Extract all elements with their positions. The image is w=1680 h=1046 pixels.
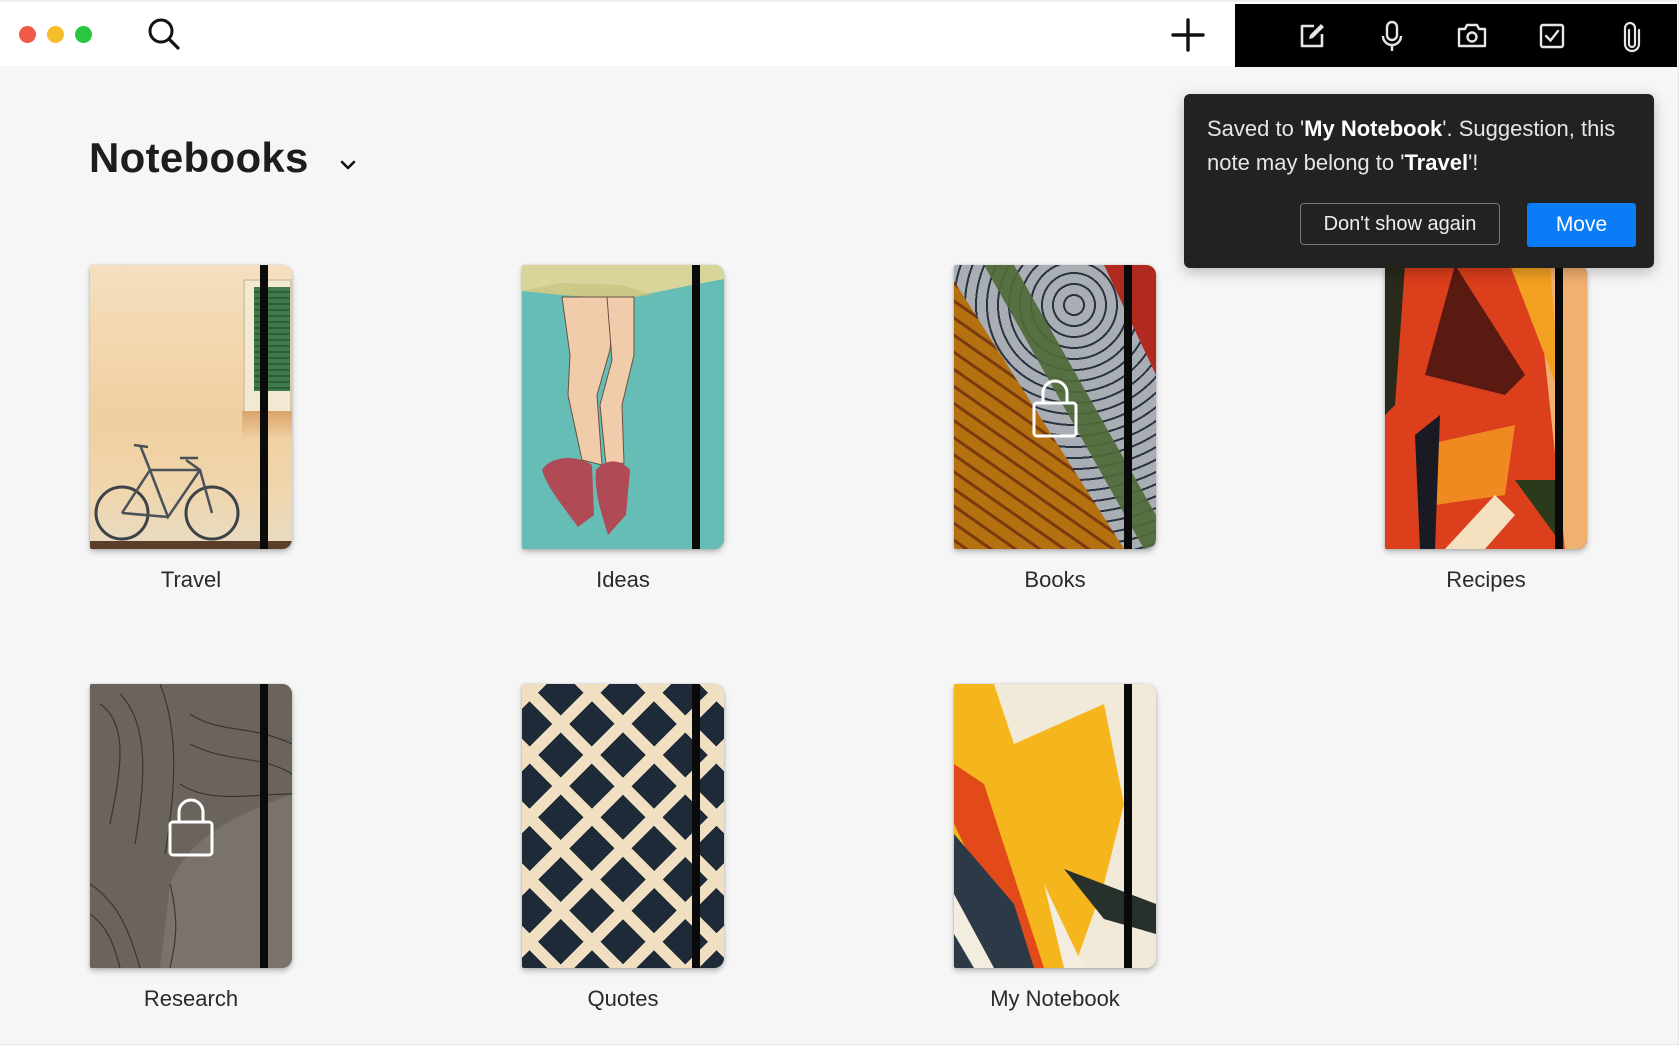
elastic-band [260, 265, 268, 549]
zoom-window-button[interactable] [75, 26, 92, 43]
titlebar [0, 0, 1678, 67]
notebook-name: Research [143, 986, 239, 1011]
dont-show-again-button[interactable]: Don't show again [1300, 203, 1500, 245]
microphone-icon [1381, 20, 1403, 51]
notebook-name: Books [1024, 567, 1086, 592]
notebook-name: Recipes [1446, 567, 1526, 592]
lock-icon [1032, 379, 1078, 438]
page-title: Notebooks [89, 134, 309, 181]
notebook-recipes[interactable]: Recipes [1385, 265, 1587, 592]
notebook-cover [522, 265, 724, 549]
attachment-button[interactable] [1612, 16, 1652, 56]
add-button[interactable] [1168, 15, 1208, 55]
notebook-cover [954, 265, 1156, 549]
chevron-down-icon [340, 160, 356, 170]
saved-notebook-name: My Notebook [1304, 116, 1443, 141]
new-note-button[interactable] [1292, 16, 1332, 56]
search-button[interactable] [144, 14, 184, 54]
notebook-books[interactable]: Books [954, 265, 1156, 592]
camera-icon [1457, 23, 1487, 48]
notebook-name: Travel [160, 567, 222, 592]
app-window: Notebooks Travel Ideas Books Recipes Res… [0, 0, 1679, 1045]
message-text: '! [1468, 150, 1479, 175]
notebook-research[interactable]: Research [90, 684, 292, 1011]
voice-note-button[interactable] [1372, 16, 1412, 56]
notebook-name: Quotes [587, 986, 659, 1011]
notebook-cover [90, 265, 292, 549]
close-window-button[interactable] [19, 26, 36, 43]
elastic-band [260, 684, 268, 968]
notebook-cover [954, 684, 1156, 968]
notebook-quotes[interactable]: Quotes [522, 684, 724, 1011]
checklist-button[interactable] [1532, 16, 1572, 56]
notebook-cover [522, 684, 724, 968]
notebook-name: My Notebook [990, 986, 1120, 1011]
elastic-band [1124, 684, 1132, 968]
notebook-cover [1385, 265, 1587, 549]
checkbox-icon [1539, 23, 1565, 49]
move-suggestion-popup: Saved to 'My Notebook'. Suggestion, this… [1184, 94, 1654, 268]
camera-button[interactable] [1452, 16, 1492, 56]
note-toolbar [1235, 4, 1677, 67]
move-button[interactable]: Move [1527, 203, 1636, 247]
notebook-ideas[interactable]: Ideas [522, 265, 724, 592]
lock-icon [168, 798, 214, 857]
search-icon [148, 18, 180, 50]
elastic-band [1124, 265, 1132, 549]
new-note-icon [1300, 24, 1324, 48]
elastic-band [692, 265, 700, 549]
notebook-my-notebook[interactable]: My Notebook [954, 684, 1156, 1011]
popup-message: Saved to 'My Notebook'. Suggestion, this… [1207, 112, 1637, 180]
minimize-window-button[interactable] [47, 26, 64, 43]
elastic-band [692, 684, 700, 968]
notebook-name: Ideas [596, 567, 650, 592]
elastic-band [1555, 265, 1563, 549]
plus-icon [1171, 18, 1205, 52]
notebook-cover [90, 684, 292, 968]
suggested-notebook-name: Travel [1404, 150, 1469, 175]
paperclip-icon [1623, 21, 1641, 53]
message-text: Saved to ' [1207, 116, 1305, 141]
notebooks-dropdown[interactable] [336, 157, 360, 173]
notebook-travel[interactable]: Travel [90, 265, 292, 592]
